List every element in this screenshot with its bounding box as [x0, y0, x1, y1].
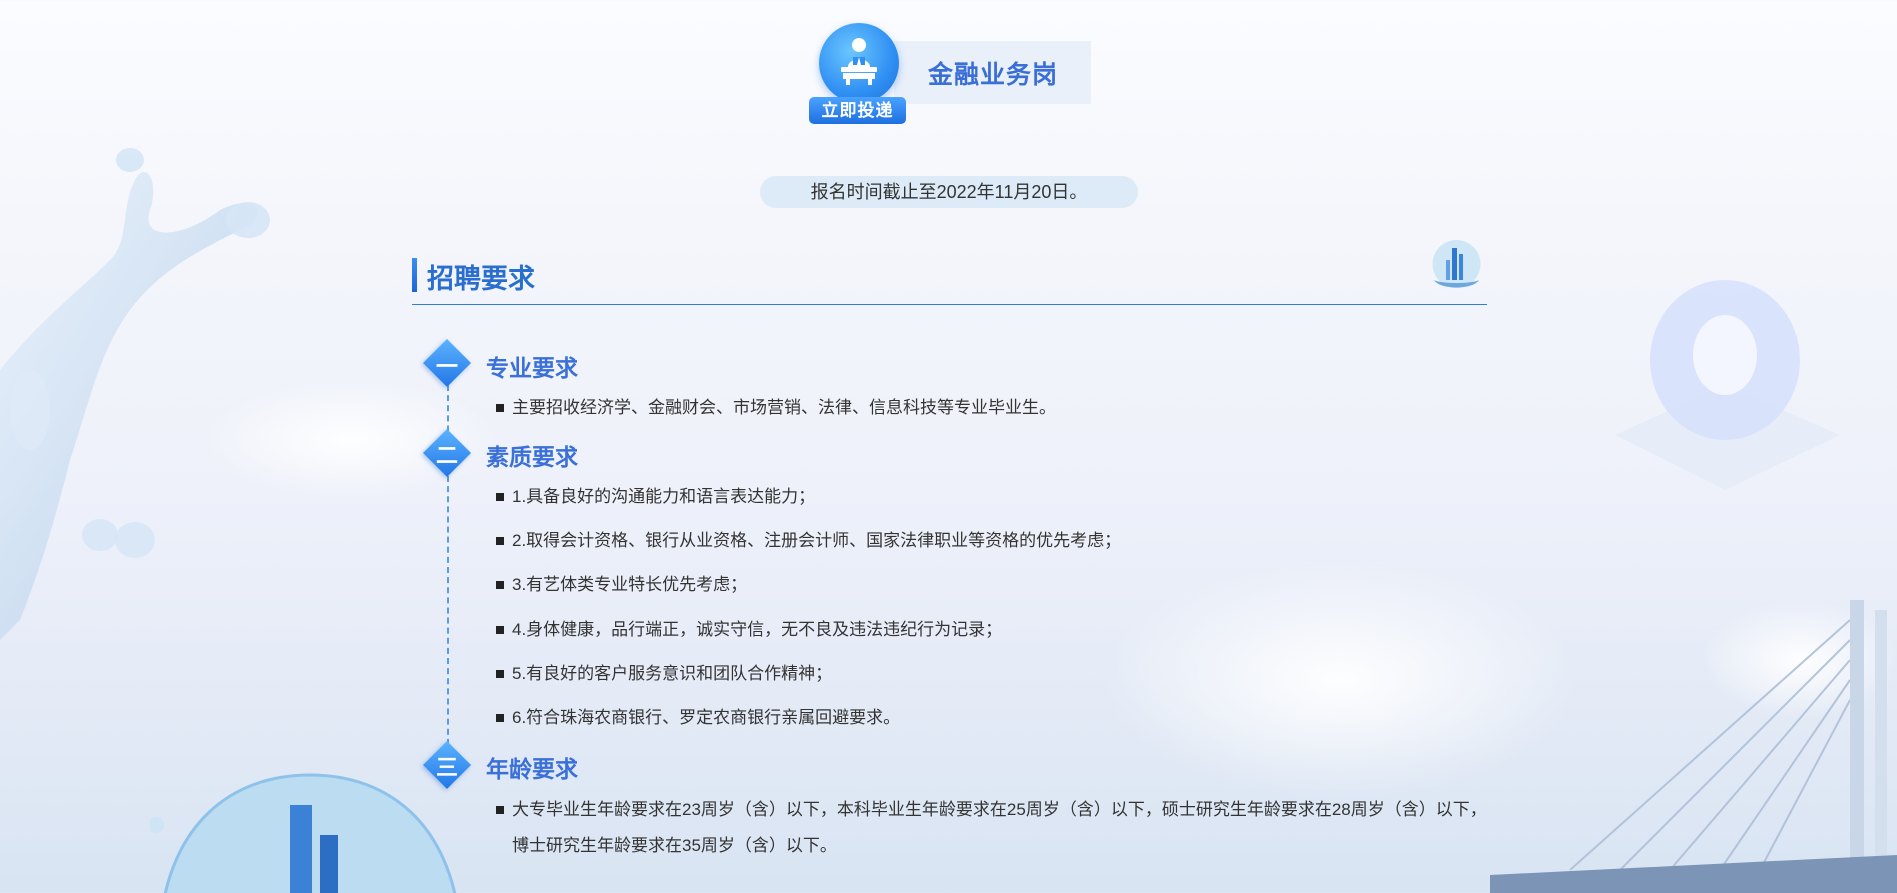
group-title-quality: 素质要求 — [486, 444, 578, 470]
list-item: 2.取得会计资格、银行从业资格、注册会计师、国家法律职业等资格的优先考虑； — [496, 523, 1121, 559]
square-bullet-icon — [496, 581, 504, 589]
location-pin-decoration — [1615, 280, 1840, 490]
square-bullet-icon — [496, 493, 504, 501]
shell-city-decoration — [150, 773, 457, 893]
square-bullet-icon — [496, 806, 504, 814]
person-at-desk-icon — [819, 23, 899, 103]
bridge-decoration — [1490, 600, 1897, 893]
section-header: 招聘要求 — [412, 240, 1487, 305]
list-item: 大专毕业生年龄要求在23周岁（含）以下，本科毕业生年龄要求在25周岁（含）以下，… — [496, 792, 1487, 828]
group-title-age: 年龄要求 — [486, 756, 578, 782]
deadline-banner: 报名时间截止至2022年11月20日。 — [760, 176, 1138, 208]
list-item: 4.身体健康，品行端正，诚实守信，无不良及违法违纪行为记录； — [496, 612, 1002, 648]
square-bullet-icon — [496, 626, 504, 634]
list-item: 6.符合珠海农商银行、罗定农商银行亲属回避要求。 — [496, 700, 900, 736]
list-item: 1.具备良好的沟通能力和语言表达能力； — [496, 479, 815, 515]
list-item: 3.有艺体类专业特长优先考虑； — [496, 567, 747, 603]
square-bullet-icon — [496, 714, 504, 722]
job-title: 金融业务岗 — [928, 61, 1059, 89]
section-title: 招聘要求 — [427, 264, 535, 294]
list-item: 5.有良好的客户服务意识和团队合作精神； — [496, 656, 832, 692]
section-accent-bar — [412, 258, 417, 292]
timeline-number-3: 三 — [435, 755, 458, 780]
apply-now-button[interactable]: 立即投递 — [809, 23, 907, 125]
list-item: 主要招收经济学、金融财会、市场营销、法律、信息科技等专业毕业生。 — [496, 390, 1056, 426]
group-title-major: 专业要求 — [486, 355, 578, 381]
water-splash-decoration — [0, 148, 270, 640]
square-bullet-icon — [496, 670, 504, 678]
square-bullet-icon — [496, 404, 504, 412]
timeline-number-2: 二 — [435, 443, 458, 468]
city-shell-logo-icon — [1432, 240, 1481, 288]
timeline-number-1: 一 — [435, 354, 458, 379]
square-bullet-icon — [496, 537, 504, 545]
apply-now-label: 立即投递 — [809, 97, 906, 124]
list-item-continuation: 博士研究生年龄要求在35周岁（含）以下。 — [512, 836, 837, 855]
